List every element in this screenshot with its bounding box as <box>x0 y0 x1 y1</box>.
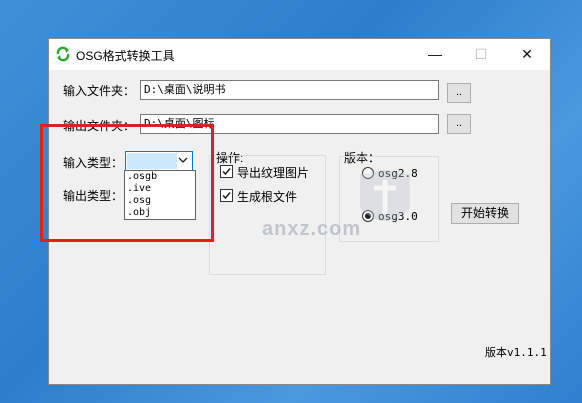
input-folder-field[interactable]: D:\桌面\说明书 <box>140 80 439 100</box>
maximize-button[interactable]: ☐ <box>458 39 504 70</box>
highlight-box <box>40 124 214 242</box>
minimize-button[interactable]: — <box>412 39 458 70</box>
start-convert-button[interactable]: 开始转换 <box>451 203 519 224</box>
input-folder-browse-button[interactable]: .. <box>447 83 471 103</box>
version-info: 版本v1.1.1 <box>485 346 547 359</box>
export-texture-checkbox[interactable] <box>220 165 233 178</box>
output-folder-browse-button[interactable]: .. <box>447 114 471 134</box>
title-bar: OSG格式转换工具 — ☐ ✕ <box>49 39 550 70</box>
export-texture-label: 导出纹理图片 <box>237 166 310 180</box>
close-button[interactable]: ✕ <box>504 39 550 70</box>
checkmark-icon <box>222 192 231 200</box>
generate-root-checkbox[interactable] <box>220 189 233 202</box>
app-icon <box>56 46 70 62</box>
generate-root-label: 生成根文件 <box>237 190 298 204</box>
input-folder-label: 输入文件夹： <box>63 84 136 98</box>
watermark-text: anxz.com <box>262 218 362 240</box>
window-title: OSG格式转换工具 <box>76 49 175 63</box>
checkmark-icon <box>222 168 231 176</box>
